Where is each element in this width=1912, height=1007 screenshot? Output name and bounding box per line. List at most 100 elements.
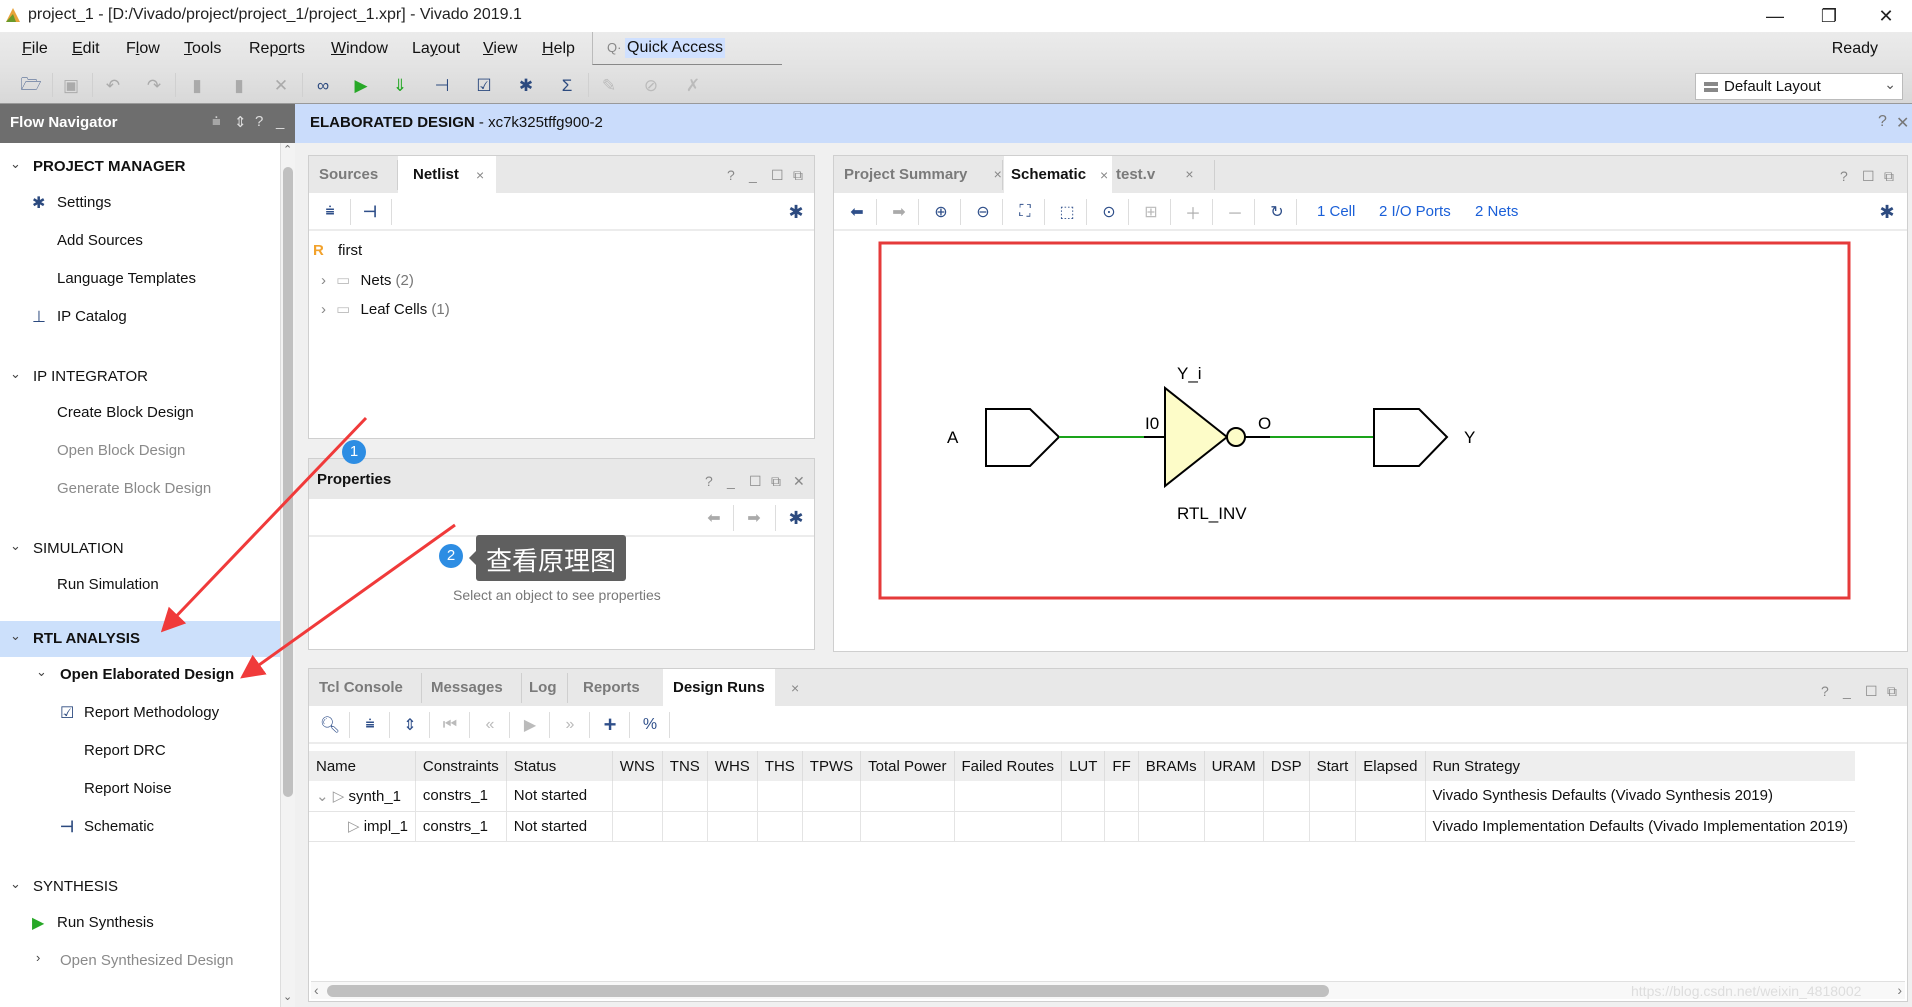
tree-item-nets[interactable]: › ▭ Nets (2) xyxy=(321,271,414,289)
zoom-out-button[interactable]: ⊖ xyxy=(966,199,1000,225)
disabled-tool-3[interactable]: ✗ xyxy=(676,73,710,99)
menu-file[interactable]: File xyxy=(22,40,48,58)
refresh-button[interactable]: ↻ xyxy=(1260,199,1294,225)
tab-schematic[interactable]: Schematic × xyxy=(1004,156,1112,193)
nav-ip-catalog[interactable]: ⊥ IP Catalog xyxy=(0,299,280,335)
col-ff[interactable]: FF xyxy=(1104,751,1139,781)
nav-open-synthesized-design[interactable]: › Open Synthesized Design xyxy=(0,943,280,979)
report-button[interactable]: ☑ xyxy=(467,73,501,99)
copy-button[interactable]: ▮ xyxy=(180,73,214,99)
table-row[interactable]: ⌄ ▷ synth_1 constrs_1 Not started Vivado… xyxy=(309,781,1856,812)
help-icon[interactable]: ? xyxy=(1840,168,1848,184)
help-icon[interactable]: ? xyxy=(727,167,735,183)
menu-tools[interactable]: Tools xyxy=(184,40,221,58)
nav-create-block-design[interactable]: Create Block Design xyxy=(0,395,280,431)
col-constraints[interactable]: Constraints xyxy=(415,751,507,781)
help-icon[interactable]: ? xyxy=(1821,683,1829,699)
tab-netlist[interactable]: Netlist × xyxy=(398,156,496,193)
scroll-left-icon[interactable]: ‹ xyxy=(314,982,319,998)
settings-button[interactable]: ✱ xyxy=(779,505,813,531)
minimize-panel-icon[interactable]: _ xyxy=(749,167,757,183)
inverter-cell[interactable] xyxy=(1164,385,1229,489)
menu-layout[interactable]: Layout xyxy=(412,40,460,58)
tab-sources[interactable]: Sources xyxy=(319,156,378,193)
section-simulation[interactable]: ⌄ SIMULATION xyxy=(0,531,280,567)
collapse-button[interactable]: － xyxy=(1218,199,1252,225)
previous-button[interactable]: « xyxy=(473,712,507,738)
collapse-all-button[interactable]: ⩧ xyxy=(313,199,347,225)
layout-select[interactable]: Default Layout ⌄ xyxy=(1695,73,1903,100)
table-row[interactable]: ▷ impl_1 constrs_1 Not started Vivado Im… xyxy=(309,811,1856,842)
flow-navigator-scrollbar[interactable]: ⌃ ⌄ xyxy=(280,143,295,1007)
close-icon[interactable]: ✕ xyxy=(1896,113,1909,133)
nav-settings[interactable]: ✱ Settings xyxy=(0,185,280,221)
close-tab-icon[interactable]: × xyxy=(476,167,484,183)
nav-run-synthesis[interactable]: ▶ Run Synthesis xyxy=(0,905,280,941)
scroll-right-icon[interactable]: › xyxy=(1897,982,1902,998)
input-port-a[interactable] xyxy=(985,408,1061,467)
col-status[interactable]: Status xyxy=(506,751,613,781)
col-uram[interactable]: URAM xyxy=(1204,751,1264,781)
disabled-tool-2[interactable]: ⊘ xyxy=(634,73,668,99)
tree-root-first[interactable]: R first xyxy=(313,242,362,259)
close-tab-icon[interactable]: × xyxy=(1185,166,1193,182)
menu-flow[interactable]: Flow xyxy=(126,40,160,58)
menu-help[interactable]: Help xyxy=(542,40,575,58)
close-tab-icon[interactable]: × xyxy=(791,680,799,696)
find-button[interactable]: ∞ xyxy=(306,73,340,99)
disabled-tool-1[interactable]: ✎ xyxy=(592,73,626,99)
tab-messages[interactable]: Messages xyxy=(431,669,503,706)
nav-generate-block-design[interactable]: Generate Block Design xyxy=(0,471,280,507)
col-wns[interactable]: WNS xyxy=(612,751,663,781)
float-panel-icon[interactable]: ⧉ xyxy=(793,167,803,184)
nav-open-elaborated-design[interactable]: ⌄ Open Elaborated Design xyxy=(0,657,280,693)
col-name[interactable]: Name xyxy=(309,751,416,781)
tab-project-summary[interactable]: Project Summary × xyxy=(844,156,1002,193)
nav-report-noise[interactable]: Report Noise xyxy=(0,771,280,807)
minimize-panel-icon[interactable]: _ xyxy=(276,113,284,130)
nav-run-simulation[interactable]: Run Simulation xyxy=(0,567,280,603)
generate-bitstream-button[interactable]: ⇓ xyxy=(383,73,417,99)
launch-run-button[interactable]: ▶ xyxy=(513,712,547,738)
maximize-panel-icon[interactable]: ☐ xyxy=(1865,683,1878,700)
minimize-panel-icon[interactable]: _ xyxy=(727,473,735,489)
reset-run-button[interactable]: ⏮ xyxy=(433,712,467,738)
col-failed-routes[interactable]: Failed Routes xyxy=(954,751,1063,781)
zoom-fit-button[interactable]: ⛶ xyxy=(1008,199,1042,225)
settings-button[interactable]: ✱ xyxy=(779,199,813,225)
close-tab-icon[interactable]: × xyxy=(994,166,1002,182)
paste-button[interactable]: ▮ xyxy=(222,73,256,99)
col-tpws[interactable]: TPWS xyxy=(802,751,862,781)
minimize-button[interactable]: — xyxy=(1746,0,1804,32)
close-tab-icon[interactable]: × xyxy=(1100,167,1108,183)
col-dsp[interactable]: DSP xyxy=(1263,751,1310,781)
section-ip-integrator[interactable]: ⌄ IP INTEGRATOR xyxy=(0,359,280,395)
run-button[interactable]: ▶ xyxy=(344,73,378,99)
menu-view[interactable]: View xyxy=(483,40,517,58)
redo-button[interactable]: ↷ xyxy=(137,73,171,99)
forward-button[interactable]: ➡ xyxy=(737,505,771,531)
collapse-all-button[interactable]: ⩧ xyxy=(353,712,387,738)
quick-access-search[interactable]: Q· Quick Access xyxy=(592,32,782,65)
add-run-button[interactable]: + xyxy=(593,712,627,738)
collapse-all-icon[interactable]: ⩧ xyxy=(212,113,221,130)
nav-report-drc[interactable]: Report DRC xyxy=(0,733,280,769)
zoom-in-button[interactable]: ⊕ xyxy=(924,199,958,225)
save-button[interactable]: ▣ xyxy=(54,73,88,99)
delete-button[interactable]: ✕ xyxy=(264,73,298,99)
section-project-manager[interactable]: ⌄ PROJECT MANAGER xyxy=(0,149,280,185)
settings-button[interactable]: ✱ xyxy=(1870,199,1904,225)
tab-tcl-console[interactable]: Tcl Console xyxy=(319,669,403,706)
help-icon[interactable]: ? xyxy=(705,473,713,489)
back-button[interactable]: ⬅ xyxy=(840,199,874,225)
next-button[interactable]: » xyxy=(553,712,587,738)
nav-report-methodology[interactable]: ☑ Report Methodology xyxy=(0,695,280,731)
schematic-button[interactable]: ⊣ xyxy=(353,199,387,225)
expand-button[interactable]: ＋ xyxy=(1176,199,1210,225)
schematic-button[interactable]: ⊣ xyxy=(425,73,459,99)
sigma-button[interactable]: Σ xyxy=(550,73,584,99)
cell-view-button[interactable]: ⊞ xyxy=(1134,199,1168,225)
scroll-up-icon[interactable]: ⌃ xyxy=(283,143,292,156)
col-whs[interactable]: WHS xyxy=(707,751,758,781)
maximize-panel-icon[interactable]: ☐ xyxy=(749,473,762,490)
